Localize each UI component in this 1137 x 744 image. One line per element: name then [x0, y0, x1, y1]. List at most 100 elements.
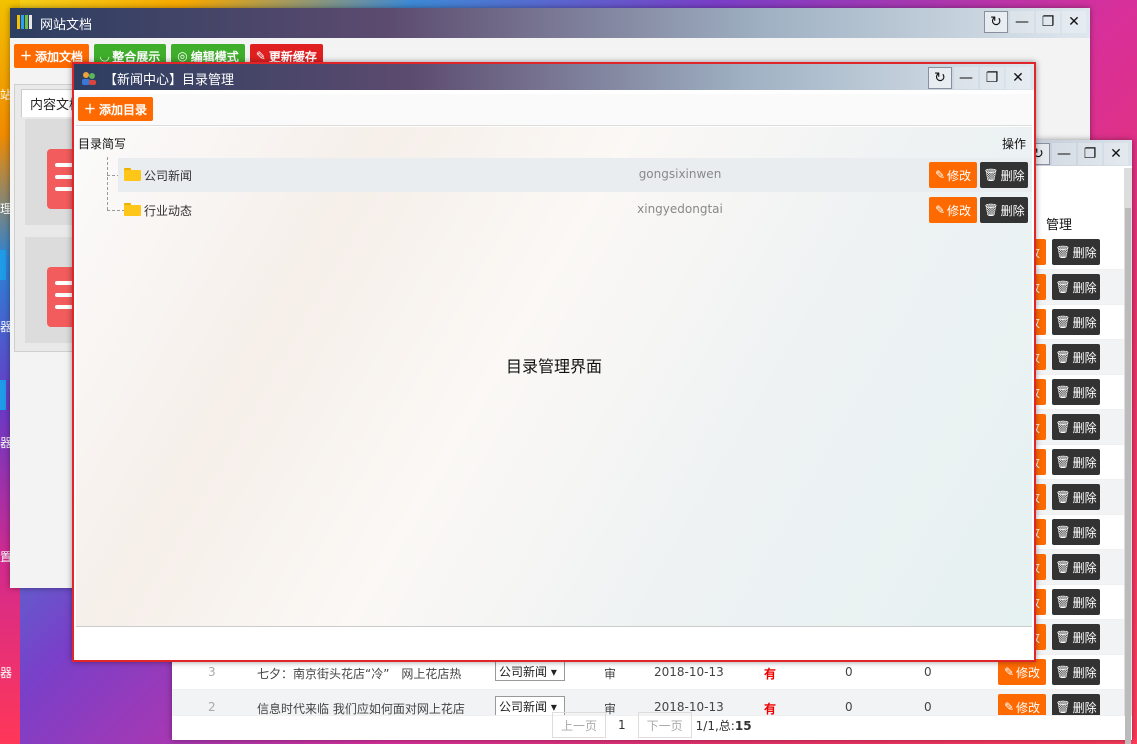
tree-item-abbr: xingyedongtai [637, 202, 723, 216]
delete-button[interactable]: 🗑 删除 [1052, 449, 1100, 475]
broom-icon: ✎ [255, 49, 266, 63]
delete-button[interactable]: 🗑 删除 [1052, 239, 1100, 265]
category-select[interactable]: 公司新闻 ▾ [495, 661, 565, 681]
delete-button[interactable]: 🗑 删除 [1052, 554, 1100, 580]
tree-connector [107, 157, 108, 210]
maximize-icon[interactable]: ❐ [1036, 11, 1060, 33]
row-count-2: 0 [924, 700, 932, 714]
row-title[interactable]: 信息时代来临 我们应如何面对网上花店 [257, 700, 477, 715]
edit-button[interactable]: ✎修改 [929, 162, 977, 188]
delete-button[interactable]: 🗑 删除 [1052, 344, 1100, 370]
books-icon [17, 15, 32, 29]
page-info: 1/1,总:15 [695, 718, 752, 733]
desktop-label-3: 器 [0, 320, 13, 334]
delete-button[interactable]: 🗑 删除 [1052, 589, 1100, 615]
users-icon [82, 72, 96, 85]
trash-icon: 🗑 [1055, 315, 1071, 329]
docs-titlebar[interactable]: 网站文档 ↻ — ❐ ✕ [10, 8, 1090, 38]
row-id: 3 [208, 665, 216, 679]
delete-button[interactable]: 🗑 删除 [1052, 379, 1100, 405]
close-icon[interactable]: ✕ [1104, 143, 1128, 165]
plus-icon: ＋ [84, 102, 97, 116]
row-count-1: 0 [845, 700, 853, 714]
desktop-label-2: 理 [0, 202, 13, 216]
dir-body: 目录简写 操作 公司新闻 gongsixinwen ✎ 修改 🗑 删除 行业动态 x… [76, 127, 1032, 626]
pencil-icon: ✎ [1003, 665, 1015, 679]
edit-button[interactable]: ✎修改 [929, 197, 977, 223]
prev-page-button[interactable]: 上一页 [552, 712, 607, 738]
column-header-ops: 操作 [1001, 137, 1026, 151]
plus-icon: ＋ [20, 49, 33, 63]
delete-button[interactable]: 🗑 删除 [1052, 484, 1100, 510]
close-icon[interactable]: ✕ [1062, 11, 1086, 33]
trash-icon: 🗑 [1055, 280, 1071, 294]
delete-button[interactable]: 🗑 删除 [1052, 309, 1100, 335]
trash-icon: 🗑 [1055, 420, 1071, 434]
next-page-button[interactable]: 下一页 [637, 712, 692, 738]
tree-item-abbr: gongsixinwen [638, 167, 722, 181]
delete-button[interactable]: 🗑 删除 [1052, 659, 1100, 685]
delete-button[interactable]: 🗑 删除 [1052, 414, 1100, 440]
trash-icon: 🗑 [1055, 350, 1071, 364]
edit-button[interactable]: ✎修改 [998, 659, 1046, 685]
page-number[interactable]: 1 [610, 712, 634, 738]
minimize-icon[interactable]: — [954, 67, 978, 89]
pencil-icon: ✎ [934, 203, 946, 217]
maximize-icon[interactable]: ❐ [980, 67, 1004, 89]
trash-icon: 🗑 [1055, 455, 1071, 469]
tree-row[interactable]: 公司新闻 gongsixinwen ✎ 修改 🗑 删除 [118, 158, 1032, 192]
delete-button[interactable]: 🗑 删除 [1052, 694, 1100, 715]
delete-button[interactable]: 🗑 删除 [980, 197, 1028, 223]
desktop-label-6: 器 [0, 666, 13, 680]
minimize-icon[interactable]: — [1052, 143, 1076, 165]
trash-icon: 🗑 [1055, 665, 1071, 679]
directory-manager-window: 【新闻中心】目录管理 ↻ — ❐ ✕ ＋添加目录 目录简写 操作 公司新闻 go… [72, 62, 1036, 662]
dir-titlebar[interactable]: 【新闻中心】目录管理 ↻ — ❐ ✕ [74, 64, 1034, 90]
pencil-icon: ✎ [1003, 700, 1015, 714]
trash-icon: 🗑 [1055, 700, 1071, 714]
delete-button[interactable]: 🗑 删除 [1052, 624, 1100, 650]
dir-center-caption: 目录管理界面 [505, 357, 602, 376]
pencil-icon: ✎ [934, 168, 946, 182]
trash-icon: 🗑 [983, 168, 999, 182]
tree-row[interactable]: 行业动态 xingyedongtai ✎ 修改 🗑 删除 [118, 193, 1032, 227]
dir-window-title: 【新闻中心】目录管理 [104, 73, 235, 88]
refresh-icon[interactable]: ↻ [928, 67, 952, 89]
tree-item-name[interactable]: 行业动态 [144, 202, 192, 219]
dir-footer [76, 626, 1032, 658]
tree-item-name[interactable]: 公司新闻 [144, 167, 192, 184]
row-count-1: 0 [845, 665, 853, 679]
trash-icon: 🗑 [1055, 630, 1071, 644]
dir-toolbar: ＋添加目录 [76, 94, 1032, 126]
row-flag: 有 [764, 702, 777, 716]
row-status: 审 [604, 667, 617, 681]
combine-icon: ◡ [100, 49, 110, 63]
row-title[interactable]: 七夕：南京街头花店“冷” 网上花店热 [257, 665, 477, 682]
trash-icon: 🗑 [1055, 385, 1071, 399]
desktop-icon[interactable] [0, 250, 6, 280]
add-directory-button[interactable]: ＋添加目录 [78, 97, 154, 121]
row-count-2: 0 [924, 665, 932, 679]
folder-icon [124, 168, 141, 181]
row-id: 2 [208, 700, 216, 714]
trash-icon: 🗑 [1055, 595, 1071, 609]
refresh-icon[interactable]: ↻ [984, 11, 1008, 33]
vertical-scrollbar[interactable] [1124, 168, 1132, 744]
desktop-label-5: 置 [0, 550, 13, 564]
folder-icon [124, 203, 141, 216]
delete-button[interactable]: 🗑 删除 [1052, 274, 1100, 300]
trash-icon: 🗑 [1055, 560, 1071, 574]
delete-button[interactable]: 🗑 删除 [980, 162, 1028, 188]
minimize-icon[interactable]: — [1010, 11, 1034, 33]
row-flag: 有 [764, 667, 777, 681]
close-icon[interactable]: ✕ [1006, 67, 1030, 89]
desktop-icon[interactable] [0, 380, 6, 410]
maximize-icon[interactable]: ❐ [1078, 143, 1102, 165]
delete-button[interactable]: 🗑 删除 [1052, 519, 1100, 545]
trash-icon: 🗑 [983, 203, 999, 217]
edit-button[interactable]: ✎修改 [998, 694, 1046, 715]
column-header-manage: 管理 [1045, 218, 1072, 233]
docs-window-title: 网站文档 [40, 18, 93, 33]
desktop-label-1: 站 [0, 88, 13, 102]
column-header-abbr: 目录简写 [78, 137, 127, 151]
